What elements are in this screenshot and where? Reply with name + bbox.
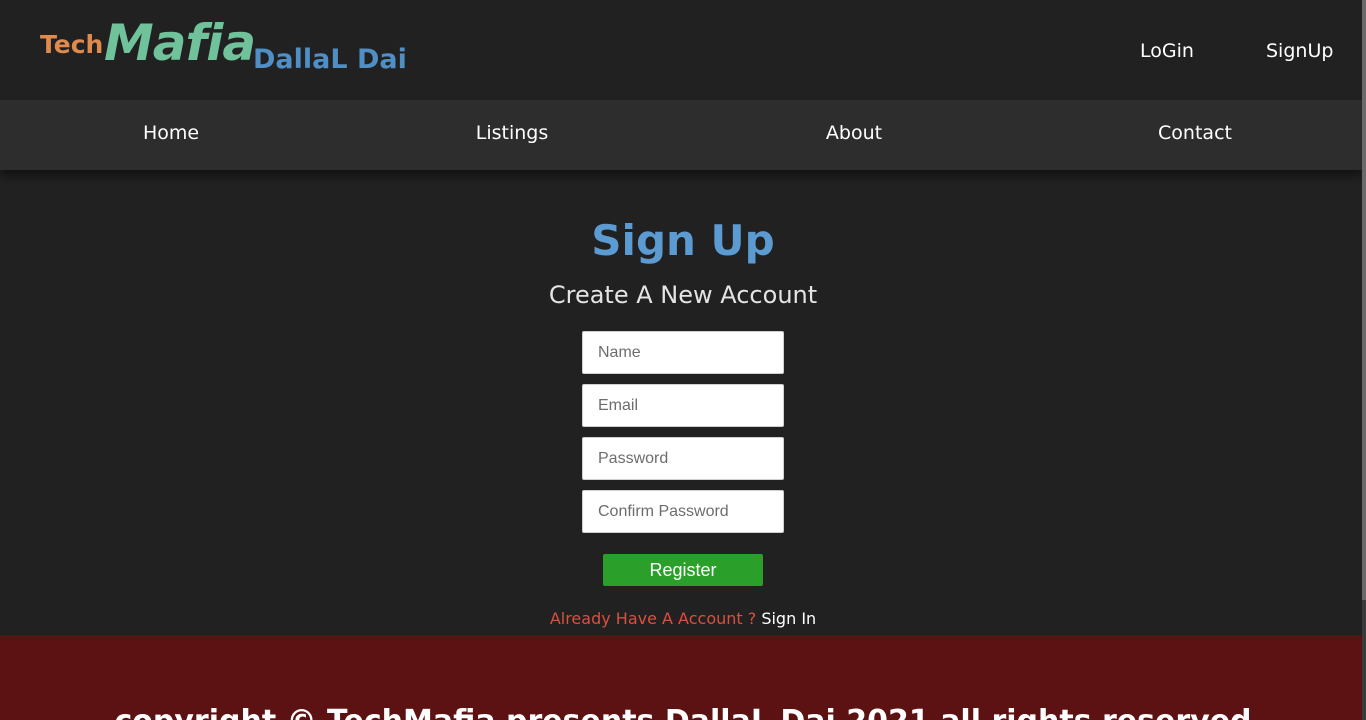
register-button[interactable]: Register xyxy=(603,554,763,586)
nav-item-contact[interactable]: Contact xyxy=(1158,122,1232,144)
name-input[interactable] xyxy=(582,331,784,374)
logo-tech: Tech xyxy=(40,30,104,59)
confirm-password-input[interactable] xyxy=(582,490,784,533)
login-link[interactable]: LoGin xyxy=(1140,40,1194,62)
signin-link[interactable]: Sign In xyxy=(761,609,816,628)
scrollbar-track[interactable] xyxy=(1362,0,1366,720)
footer-copyright: copyright © TechMafia presents DallaL Da… xyxy=(0,704,1366,720)
nav-item-home[interactable]: Home xyxy=(143,122,199,144)
logo-mafia: Mafia xyxy=(104,14,256,72)
nav-item-listings[interactable]: Listings xyxy=(476,122,549,144)
header: Tech Mafia DallaL Dai LoGin SignUp xyxy=(0,0,1366,100)
logo-dallal-dai: DallaL Dai xyxy=(253,44,407,75)
nav-item-about[interactable]: About xyxy=(826,122,882,144)
main-nav: Home Listings About Contact xyxy=(0,100,1362,170)
signin-prompt: Already Have A Account ? Sign In xyxy=(0,609,1366,628)
signup-link[interactable]: SignUp xyxy=(1266,40,1333,62)
footer: copyright © TechMafia presents DallaL Da… xyxy=(0,635,1366,720)
page-title: Sign Up xyxy=(591,216,775,265)
password-input[interactable] xyxy=(582,437,784,480)
scrollbar-thumb[interactable] xyxy=(1362,0,1366,600)
page-subtitle: Create A New Account xyxy=(548,281,818,309)
email-input[interactable] xyxy=(582,384,784,427)
already-account-text: Already Have A Account ? xyxy=(549,609,757,628)
